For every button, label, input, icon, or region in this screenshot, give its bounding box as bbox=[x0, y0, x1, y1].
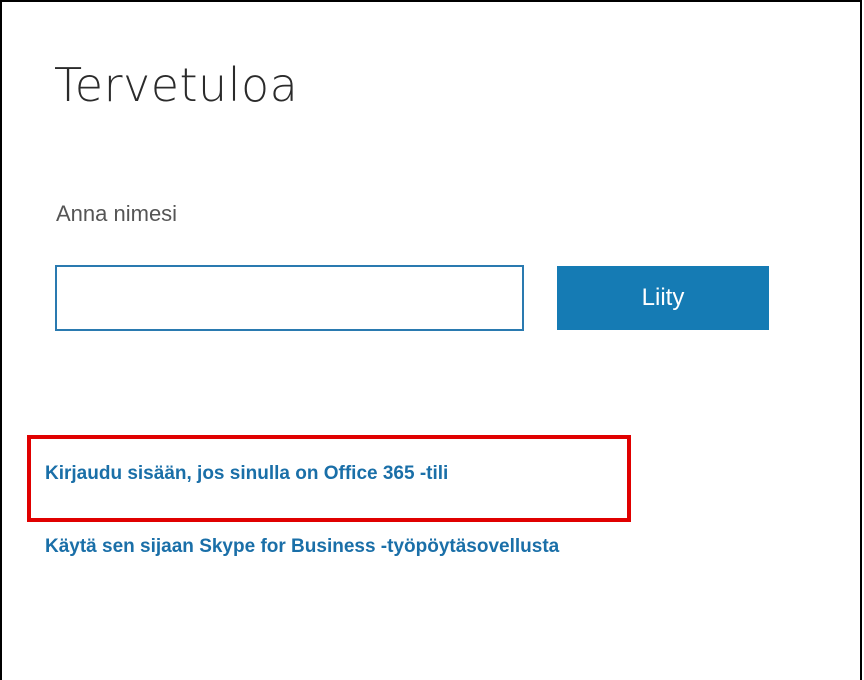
signin-office365-link[interactable]: Kirjaudu sisään, jos sinulla on Office 3… bbox=[45, 463, 448, 485]
use-desktop-app-link[interactable]: Käytä sen sijaan Skype for Business -työ… bbox=[45, 536, 559, 558]
join-meeting-panel: Tervetuloa Anna nimesi Liity Kirjaudu si… bbox=[0, 0, 862, 680]
name-field-label: Anna nimesi bbox=[56, 201, 178, 226]
join-button[interactable]: Liity bbox=[557, 266, 769, 330]
page-title: Tervetuloa bbox=[54, 58, 299, 112]
name-input[interactable] bbox=[55, 265, 524, 331]
